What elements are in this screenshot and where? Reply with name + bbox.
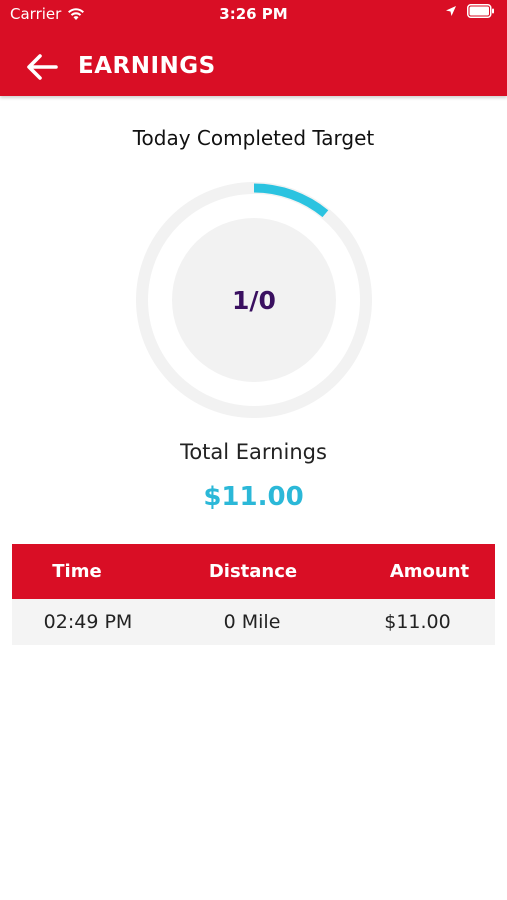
cell-amount: $11.00 (384, 611, 451, 633)
status-time: 3:26 PM (219, 5, 288, 23)
status-right (445, 4, 495, 18)
table-header: Time Distance Amount (12, 544, 495, 599)
target-value: 1/0 (232, 285, 276, 315)
status-bar: Carrier 3:26 PM (0, 0, 507, 28)
app-header: Carrier 3:26 PM EARNINGS (0, 0, 507, 96)
battery-icon (467, 4, 494, 18)
header-distance: Distance (208, 561, 298, 582)
cell-time: 02:49 PM (43, 611, 133, 633)
header-time: Time (52, 561, 102, 582)
arrow-left-icon (27, 54, 58, 80)
back-button[interactable] (22, 50, 62, 84)
table-row[interactable]: 02:49 PM 0 Mile $11.00 (12, 599, 495, 645)
header-amount: Amount (389, 561, 470, 582)
page-title: EARNINGS (78, 53, 216, 79)
cell-distance: 0 Mile (223, 611, 281, 633)
target-title: Today Completed Target (132, 126, 375, 150)
nav-bar: EARNINGS (0, 44, 507, 90)
location-arrow-icon (446, 6, 456, 16)
total-earnings-value: $11.00 (203, 482, 304, 512)
earnings-table: Time Distance Amount 02:49 PM 0 Mile $11… (12, 544, 495, 645)
total-earnings-label: Total Earnings (180, 440, 327, 464)
